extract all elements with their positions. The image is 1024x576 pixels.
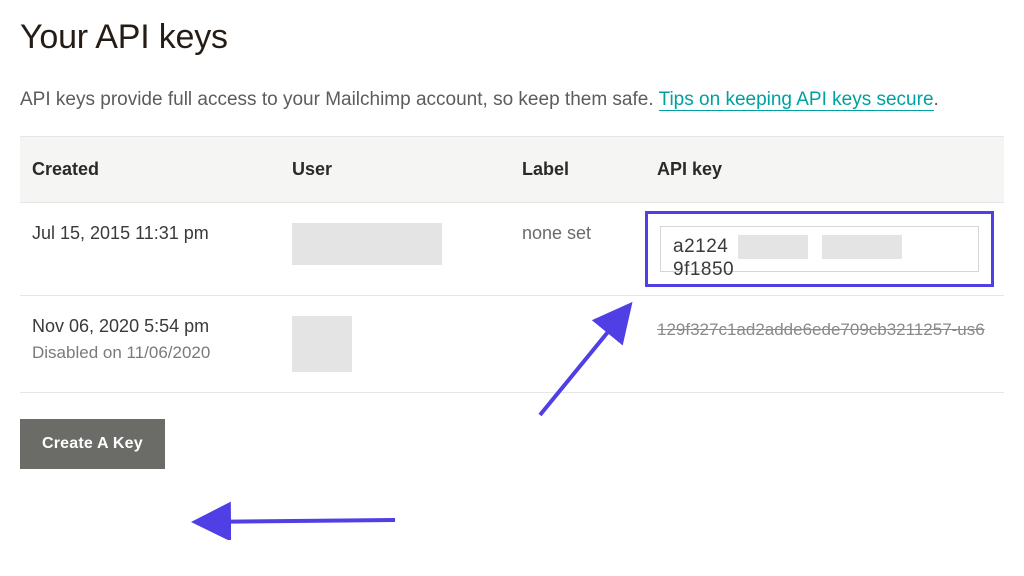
cell-user [280, 296, 510, 392]
key-highlight-box: a2124 9f1850 [645, 211, 994, 287]
created-date: Nov 06, 2020 5:54 pm [32, 316, 264, 337]
redacted-user [292, 223, 442, 265]
col-created: Created [20, 137, 280, 202]
page-title: Your API keys [20, 18, 1004, 57]
redacted-key-part [822, 235, 902, 259]
table-row: Jul 15, 2015 11:31 pm none set a2124 9f1… [20, 203, 1004, 296]
cell-key: a2124 9f1850 [645, 203, 1004, 295]
cell-label [510, 296, 645, 336]
key-suffix: 9f1850 [673, 259, 734, 280]
api-keys-table: Created User Label API key Jul 15, 2015 … [20, 136, 1004, 393]
col-user: User [280, 137, 510, 202]
table-row: Nov 06, 2020 5:54 pm Disabled on 11/06/2… [20, 296, 1004, 392]
disabled-api-key: 129f327c1ad2adde6ede709cb3211257-us6 [657, 320, 985, 339]
key-prefix: a2124 [673, 236, 728, 257]
table-header: Created User Label API key [20, 137, 1004, 203]
intro-paragraph: API keys provide full access to your Mai… [20, 85, 1004, 114]
cell-created: Jul 15, 2015 11:31 pm [20, 203, 280, 264]
disabled-note: Disabled on 11/06/2020 [32, 343, 264, 363]
arrow-icon [185, 500, 405, 540]
create-key-button[interactable]: Create A Key [20, 419, 165, 469]
cell-key: 129f327c1ad2adde6ede709cb3211257-us6 [645, 296, 1004, 363]
col-label: Label [510, 137, 645, 202]
cell-label: none set [510, 203, 645, 264]
api-key-input[interactable]: a2124 9f1850 [660, 226, 979, 272]
redacted-user [292, 316, 352, 372]
cell-user [280, 203, 510, 285]
intro-period: . [934, 89, 939, 110]
cell-created: Nov 06, 2020 5:54 pm Disabled on 11/06/2… [20, 296, 280, 383]
redacted-key-part [738, 235, 808, 259]
intro-text: API keys provide full access to your Mai… [20, 89, 659, 110]
col-key: API key [645, 137, 1004, 202]
tips-link[interactable]: Tips on keeping API keys secure [659, 89, 934, 111]
